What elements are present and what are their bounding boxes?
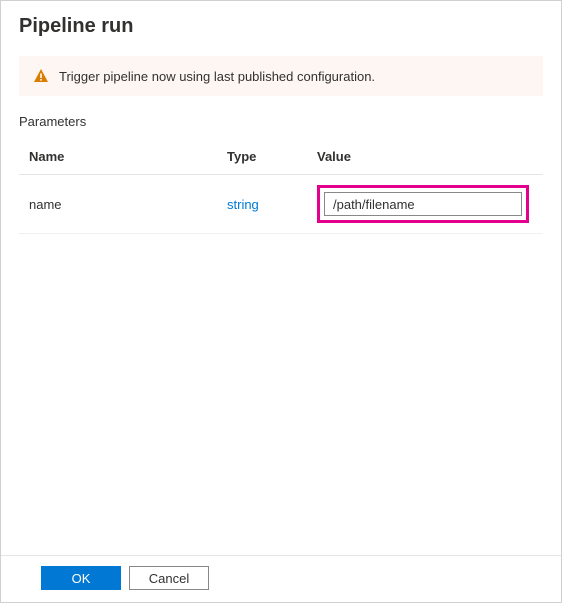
column-header-type: Type: [219, 139, 309, 175]
panel-header: Pipeline run: [1, 1, 561, 48]
param-value-input[interactable]: [324, 192, 522, 216]
param-type-cell: string: [219, 175, 309, 234]
column-header-name: Name: [19, 139, 219, 175]
warning-icon: [33, 68, 49, 84]
parameters-section-label: Parameters: [1, 110, 561, 139]
column-header-value: Value: [309, 139, 543, 175]
parameters-table: Name Type Value name string: [19, 139, 543, 234]
param-value-cell: [309, 175, 543, 234]
panel-footer: OK Cancel: [1, 555, 561, 602]
trigger-info-banner: Trigger pipeline now using last publishe…: [19, 56, 543, 96]
table-row: name string: [19, 175, 543, 234]
table-header-row: Name Type Value: [19, 139, 543, 175]
panel-title: Pipeline run: [19, 15, 543, 38]
cancel-button[interactable]: Cancel: [129, 566, 209, 590]
value-highlight-frame: [317, 185, 529, 223]
ok-button[interactable]: OK: [41, 566, 121, 590]
banner-text: Trigger pipeline now using last publishe…: [59, 69, 375, 84]
param-name-cell: name: [19, 175, 219, 234]
